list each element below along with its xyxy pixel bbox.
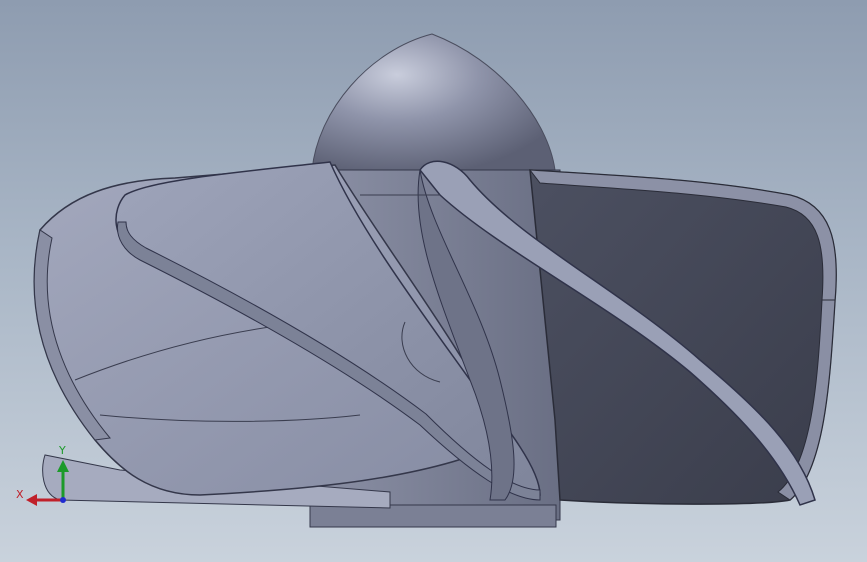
triad-y-label: Y [59,444,66,457]
triad-x-label: X [16,488,24,501]
coordinate-triad [26,460,69,506]
triad-z-axis [60,497,66,503]
triad-x-arrow [26,494,37,506]
graphics-viewport[interactable]: X Y [0,0,867,562]
triad-y-arrow [57,460,69,472]
